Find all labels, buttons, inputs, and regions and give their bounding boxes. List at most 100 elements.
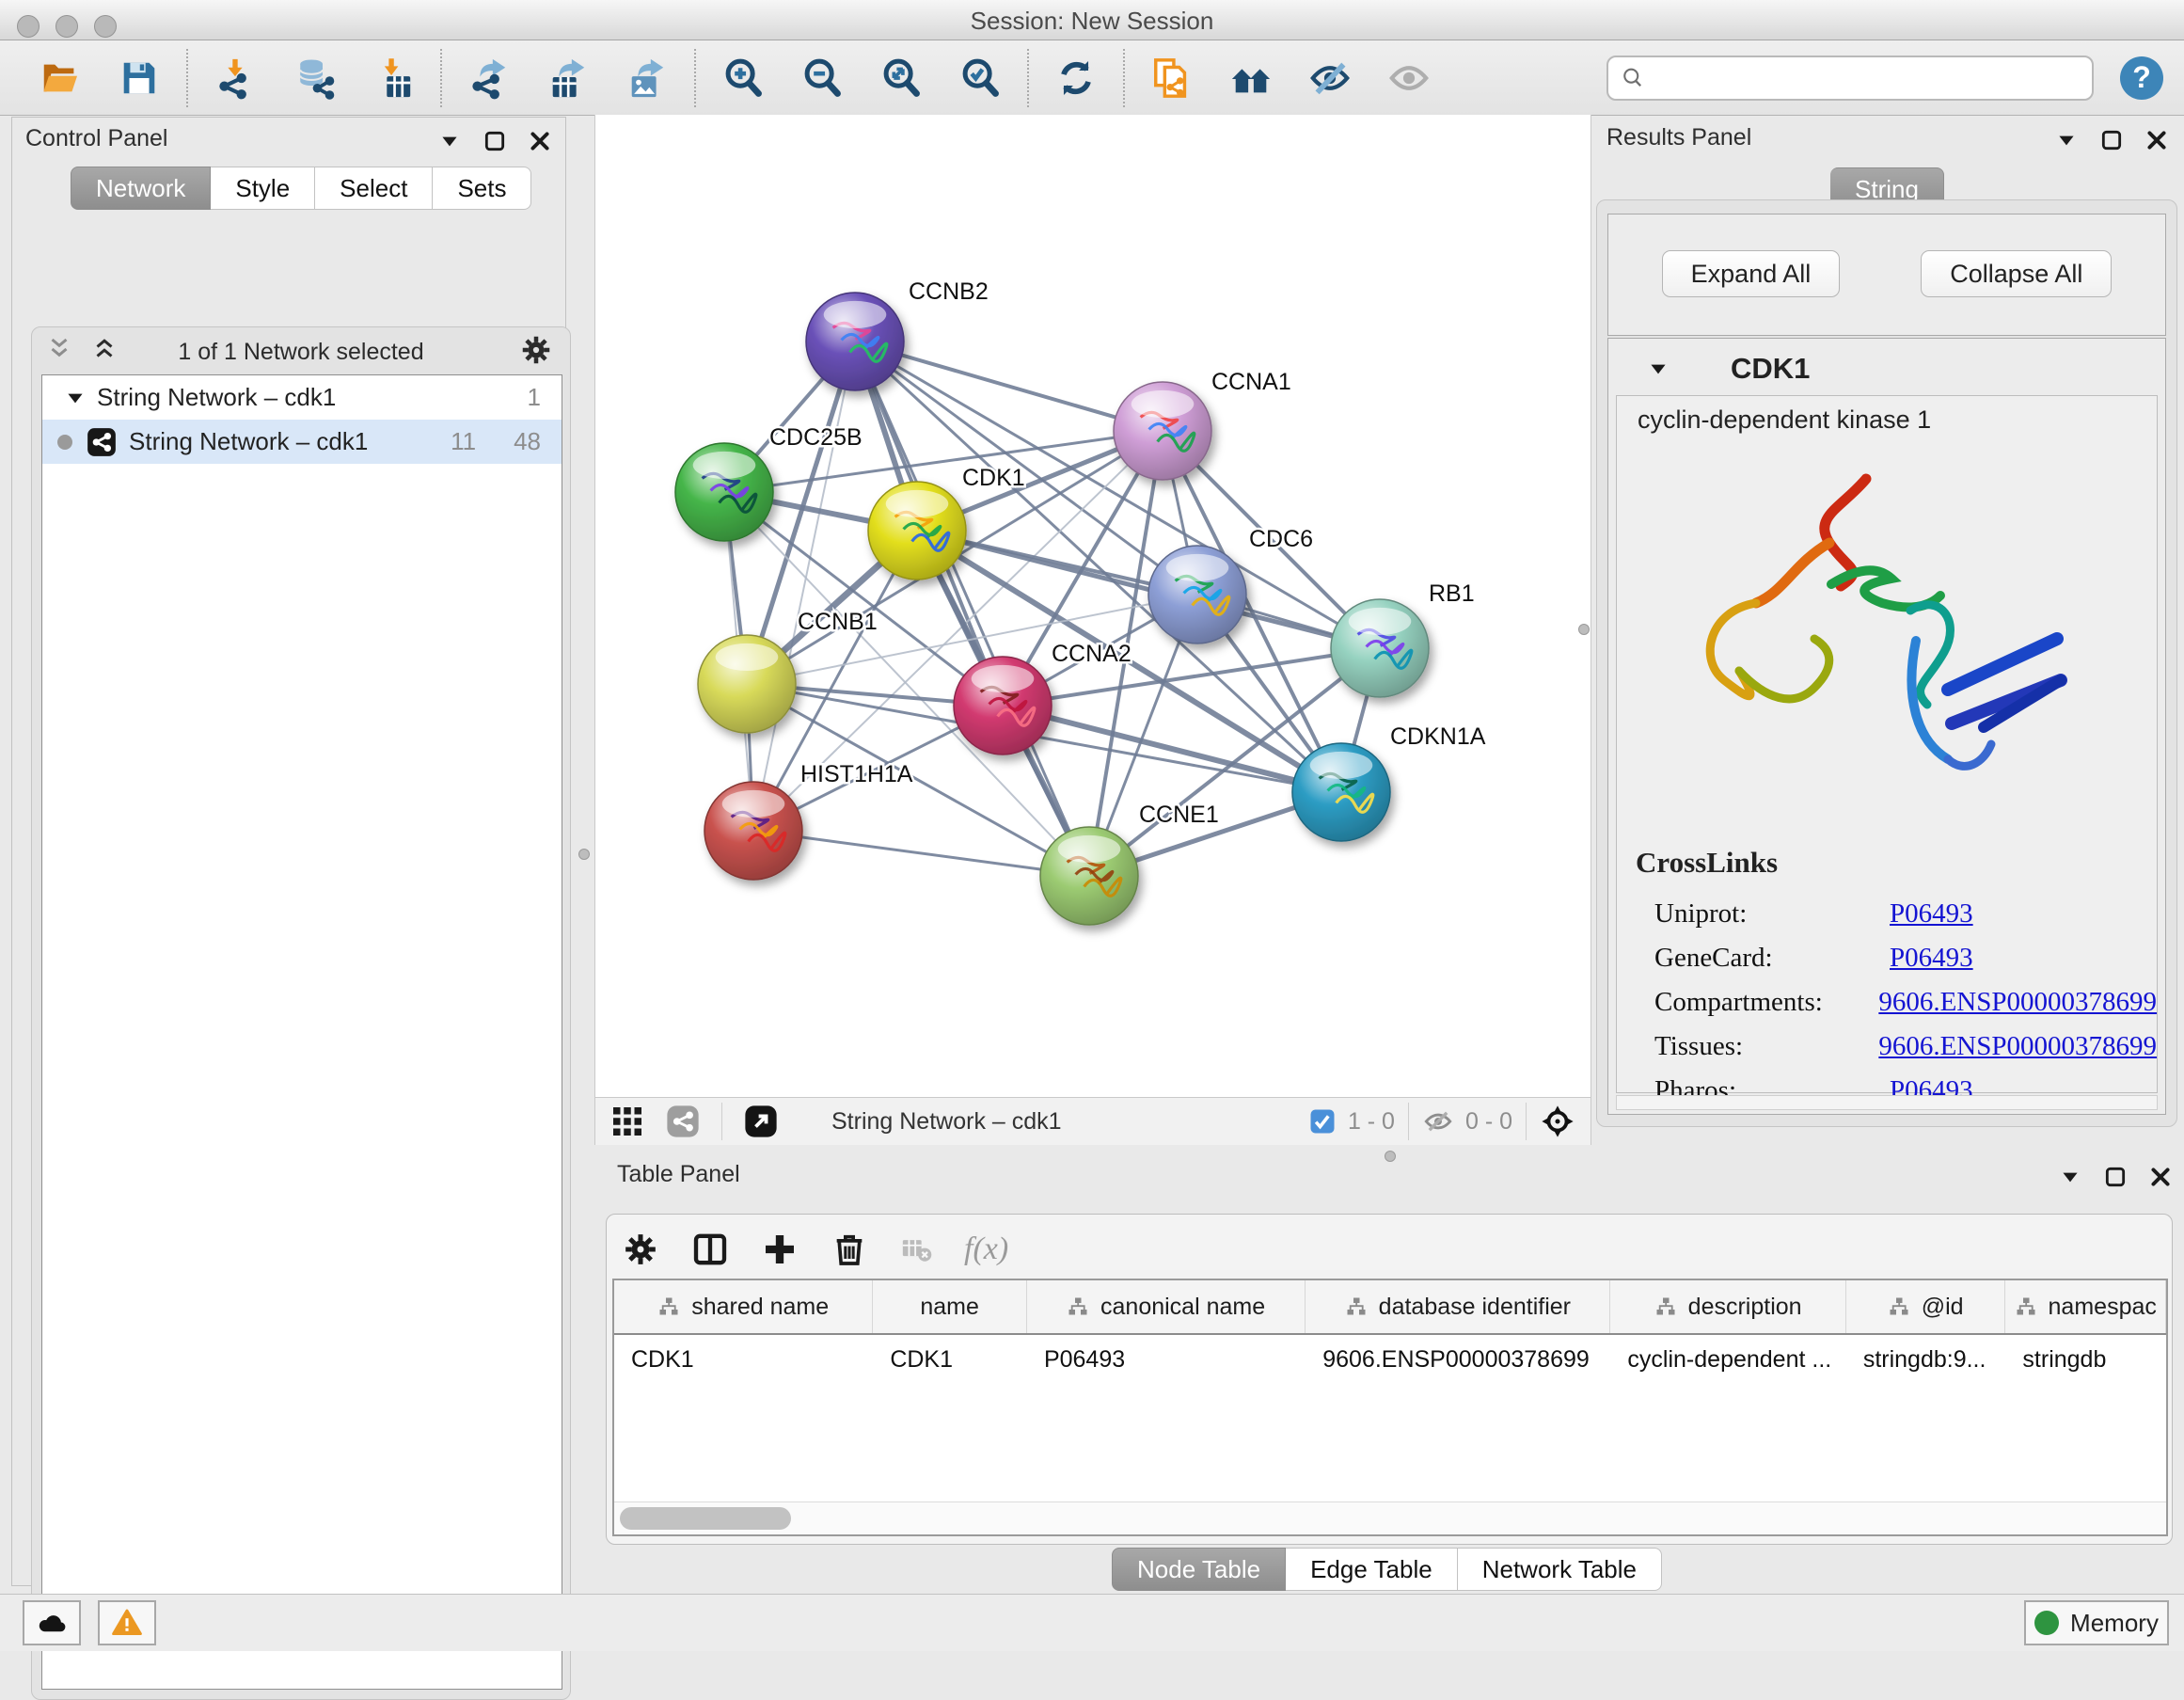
network-node-RB1[interactable]: [1331, 599, 1429, 697]
network-node-CCNB2[interactable]: [806, 293, 904, 390]
table-cell[interactable]: stringdb:9...: [1846, 1335, 2006, 1384]
table-horizontal-scrollbar[interactable]: [614, 1501, 2166, 1534]
export-image-icon[interactable]: [624, 52, 671, 104]
network-row[interactable]: String Network – cdk1 11 48: [42, 420, 562, 464]
navigator-crosshair-icon[interactable]: [1540, 1104, 1575, 1139]
window-title: Session: New Session: [0, 7, 2184, 36]
network-collection-row[interactable]: String Network – cdk1 1: [42, 375, 562, 420]
show-columns-icon[interactable]: [691, 1231, 729, 1268]
zoom-in-icon[interactable]: [720, 52, 767, 104]
import-network-icon[interactable]: [212, 52, 259, 104]
float-panel-icon[interactable]: [483, 129, 507, 153]
cloud-button[interactable]: [23, 1600, 81, 1645]
hide-selected-icon[interactable]: [1306, 52, 1353, 104]
tab-select[interactable]: Select: [315, 167, 433, 210]
column-label: name: [920, 1294, 979, 1321]
table-cell[interactable]: CDK1: [614, 1335, 873, 1384]
string-share-icon[interactable]: [665, 1104, 701, 1139]
network-node-CDK1[interactable]: [868, 482, 966, 580]
create-column-icon[interactable]: [761, 1231, 799, 1268]
table-row[interactable]: CDK1CDK1P064939606.ENSP00000378699cyclin…: [614, 1335, 2166, 1384]
network-canvas[interactable]: CCNB2CCNA1CDC25BCDK1CDC6RB1CCNB1CCNA2CDK…: [594, 115, 1591, 1097]
import-table-icon[interactable]: [370, 52, 417, 104]
network-node-CDKN1A[interactable]: [1292, 743, 1390, 841]
collapse-all-button[interactable]: Collapse All: [1921, 250, 2112, 297]
warning-button[interactable]: [98, 1600, 156, 1645]
network-edge-CCNB2-HIST1H1A[interactable]: [753, 342, 855, 831]
first-neighbors-icon[interactable]: [1227, 52, 1274, 104]
collapse-panel-icon[interactable]: [2058, 1165, 2082, 1189]
float-panel-icon[interactable]: [2099, 128, 2124, 152]
apply-layout-icon[interactable]: [1052, 52, 1100, 104]
export-network-icon[interactable]: [466, 52, 513, 104]
collection-label: String Network – cdk1: [97, 383, 336, 412]
collection-expand-icon[interactable]: [63, 386, 87, 410]
tab-node-table[interactable]: Node Table: [1112, 1548, 1286, 1591]
tab-style[interactable]: Style: [211, 167, 315, 210]
column-header-name[interactable]: name: [873, 1280, 1027, 1333]
export-table-icon[interactable]: [545, 52, 592, 104]
crosslink-link[interactable]: P06493: [1890, 943, 1973, 974]
show-all-icon[interactable]: [1385, 52, 1432, 104]
open-session-icon[interactable]: [37, 52, 84, 104]
selected-checkbox-icon[interactable]: [1308, 1107, 1337, 1136]
left-splitter-grip[interactable]: [578, 849, 590, 860]
right-splitter-grip[interactable]: [1578, 624, 1590, 635]
zoom-fit-icon[interactable]: [878, 52, 925, 104]
table-cell[interactable]: stringdb: [2005, 1335, 2166, 1384]
crosslink-link[interactable]: P06493: [1890, 898, 1973, 929]
import-network-database-icon[interactable]: [291, 52, 338, 104]
search-input[interactable]: [1606, 56, 2094, 101]
delete-columns-icon[interactable]: [831, 1231, 868, 1268]
memory-button[interactable]: Memory: [2024, 1600, 2169, 1645]
crosslink-link[interactable]: 9606.ENSP00000378699: [1878, 1031, 2157, 1062]
bottom-splitter-grip[interactable]: [1385, 1151, 1396, 1162]
network-edge-HIST1H1A-CCNE1[interactable]: [753, 831, 1089, 876]
control-panel: Control Panel NetworkStyleSelectSets 1 o…: [11, 117, 566, 1586]
table-cell[interactable]: cyclin-dependent ...: [1610, 1335, 1845, 1384]
save-session-icon[interactable]: [116, 52, 163, 104]
table-cell[interactable]: 9606.ENSP00000378699: [1306, 1335, 1610, 1384]
network-node-CCNE1[interactable]: [1040, 827, 1138, 925]
close-panel-icon[interactable]: [2144, 128, 2169, 152]
column-header-database-identifier[interactable]: database identifier: [1306, 1280, 1610, 1333]
new-network-from-selection-icon[interactable]: [1148, 52, 1195, 104]
network-options-gear-icon[interactable]: [519, 333, 553, 372]
table-cell[interactable]: CDK1: [873, 1335, 1027, 1384]
expand-all-button[interactable]: Expand All: [1662, 250, 1841, 297]
float-panel-icon[interactable]: [2103, 1165, 2128, 1189]
table-cell[interactable]: P06493: [1027, 1335, 1306, 1384]
column-header-description[interactable]: description: [1610, 1280, 1845, 1333]
network-node-CCNB1[interactable]: [698, 635, 796, 733]
network-node-HIST1H1A[interactable]: [704, 782, 802, 880]
collapse-panel-icon[interactable]: [2054, 128, 2079, 152]
open-in-browser-icon[interactable]: [743, 1104, 779, 1139]
birdseye-grid-icon[interactable]: [610, 1104, 644, 1138]
close-panel-icon[interactable]: [528, 129, 552, 153]
zoom-out-icon[interactable]: [799, 52, 846, 104]
network-node-CCNA1[interactable]: [1114, 382, 1211, 480]
table-toolbar: f(x): [622, 1222, 1008, 1277]
crosslink-link[interactable]: 9606.ENSP00000378699: [1878, 987, 2157, 1018]
protein-collapse-icon[interactable]: [1646, 357, 1670, 381]
tab-edge-table[interactable]: Edge Table: [1286, 1548, 1458, 1591]
collapse-panel-icon[interactable]: [437, 129, 462, 153]
column-header-canonical-name[interactable]: canonical name: [1027, 1280, 1306, 1333]
help-button[interactable]: ?: [2118, 52, 2165, 104]
tab-network[interactable]: Network: [71, 167, 211, 210]
column-header-@id[interactable]: @id: [1846, 1280, 2006, 1333]
tab-sets[interactable]: Sets: [433, 167, 531, 210]
network-node-CDC25B[interactable]: [675, 443, 773, 541]
zoom-selected-icon[interactable]: [957, 52, 1004, 104]
results-scrollbar[interactable]: [1616, 1095, 2158, 1110]
scrollbar-thumb[interactable]: [620, 1507, 791, 1530]
network-edge-CCNB2-CCNE1[interactable]: [855, 342, 1089, 876]
table-mode-gear-icon[interactable]: [622, 1231, 659, 1268]
column-header-namespac[interactable]: namespac: [2005, 1280, 2166, 1333]
search-text: [1646, 64, 2081, 92]
network-node-CDC6[interactable]: [1148, 546, 1246, 643]
close-panel-icon[interactable]: [2148, 1165, 2173, 1189]
column-header-shared-name[interactable]: shared name: [614, 1280, 873, 1333]
tab-network-table[interactable]: Network Table: [1458, 1548, 1662, 1591]
network-node-CCNA2[interactable]: [954, 657, 1052, 755]
